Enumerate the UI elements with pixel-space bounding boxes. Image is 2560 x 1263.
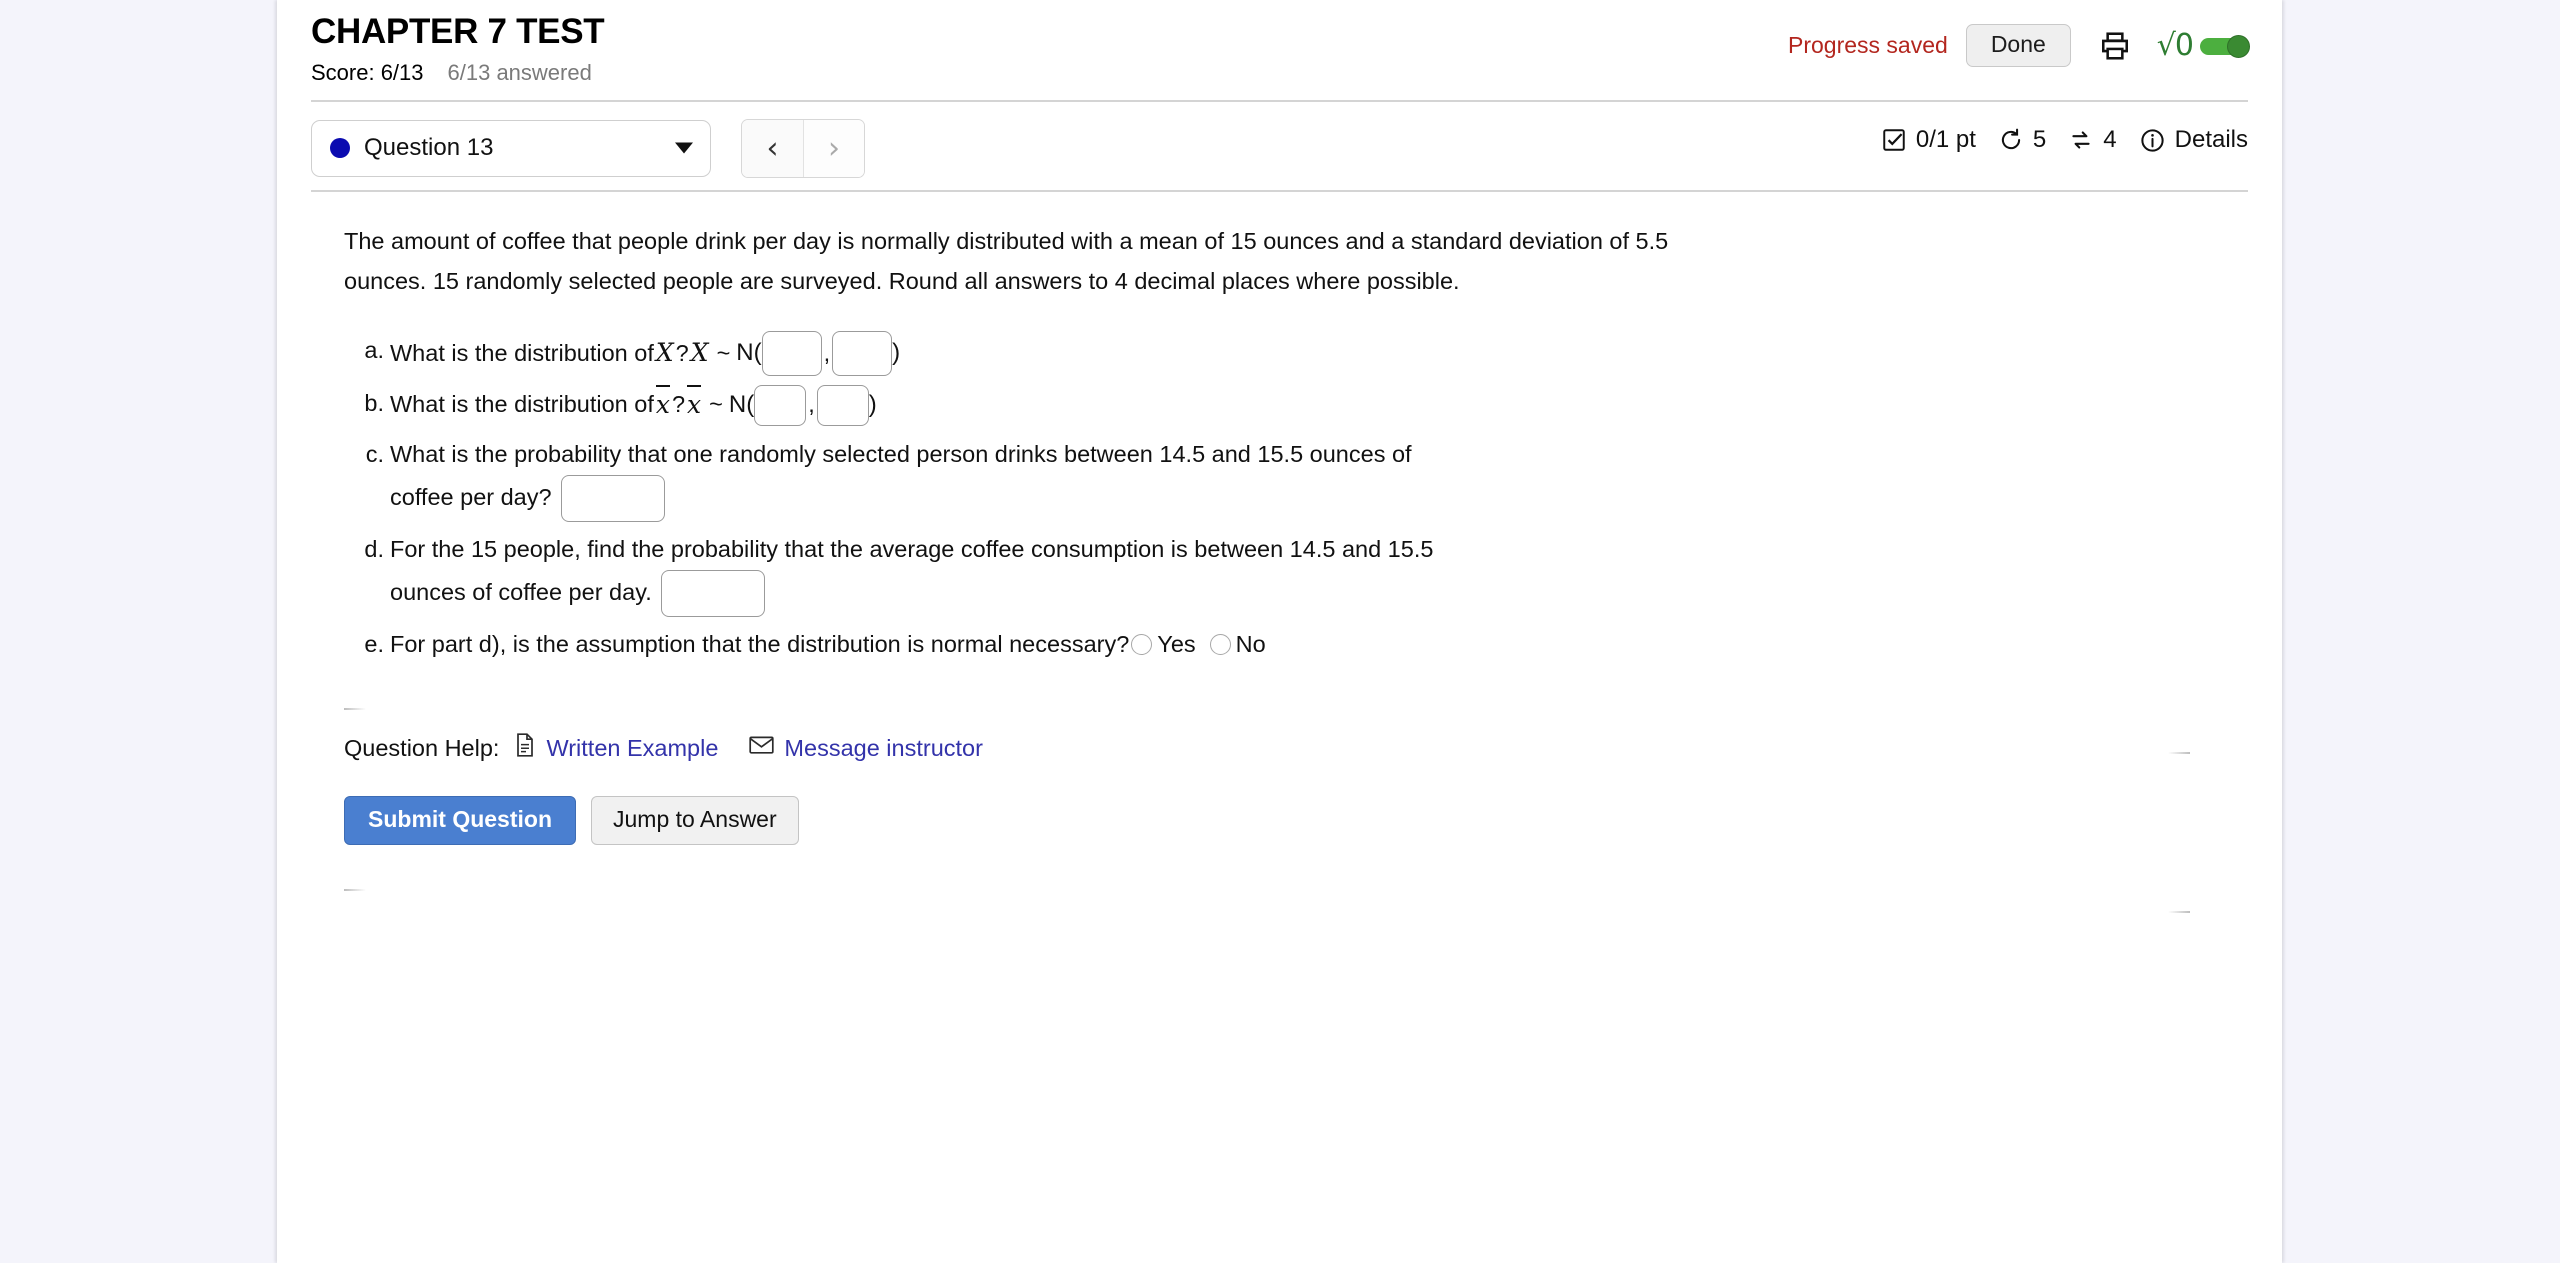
written-example-link[interactable]: Written Example bbox=[513, 732, 718, 764]
radical-icon: √0 bbox=[2156, 27, 2194, 63]
part-b-qmark: ? bbox=[671, 391, 686, 418]
question-selector-label: Question 13 bbox=[364, 134, 494, 162]
toggle-knob bbox=[2227, 34, 2250, 58]
next-question-button[interactable]: › bbox=[803, 119, 864, 177]
page-root: CHAPTER 7 TEST Score: 6/13 6/13 answered… bbox=[0, 0, 2560, 1263]
progress-saved-status: Progress saved bbox=[1788, 32, 1948, 58]
part-a-dist-close: ) bbox=[892, 339, 901, 367]
part-a-text: What is the distribution of bbox=[390, 339, 654, 366]
written-example-label: Written Example bbox=[546, 734, 719, 761]
question-prompt: The amount of coffee that people drink p… bbox=[344, 228, 1669, 294]
previous-question-button[interactable]: ‹ bbox=[742, 119, 803, 177]
help-divider-right bbox=[2168, 752, 2190, 755]
part-e-label-yes: Yes bbox=[1157, 630, 1196, 657]
question-action-buttons: Submit Question Jump to Answer bbox=[344, 796, 2248, 846]
part-d-text-line1: For the 15 people, find the probability … bbox=[390, 535, 1434, 562]
question-status-dot bbox=[330, 138, 350, 159]
assignment-panel: CHAPTER 7 TEST Score: 6/13 6/13 answered… bbox=[277, 0, 2282, 1263]
message-instructor-link[interactable]: Message instructor bbox=[748, 733, 983, 763]
part-b-variable-2: x bbox=[685, 384, 703, 427]
calculator-switch[interactable] bbox=[2200, 34, 2250, 58]
message-instructor-label: Message instructor bbox=[784, 734, 983, 761]
part-a-tilde: ~ bbox=[716, 339, 731, 366]
question-part-d: For the 15 people, find the probability … bbox=[352, 530, 2248, 617]
question-part-b: What is the distribution of x ? x ~ N( ,… bbox=[352, 384, 2248, 427]
part-d-answer-row: ounces of coffee per day. bbox=[390, 569, 765, 617]
part-c-text-line1: What is the probability that one randoml… bbox=[390, 440, 1412, 467]
assignment-header: CHAPTER 7 TEST Score: 6/13 6/13 answered… bbox=[277, 0, 2282, 86]
part-b-comma: , bbox=[808, 391, 815, 418]
printer-icon[interactable] bbox=[2099, 30, 2131, 62]
question-body: The amount of coffee that people drink p… bbox=[277, 192, 2282, 914]
part-a-sd-input[interactable] bbox=[832, 331, 893, 377]
submit-question-button[interactable]: Submit Question bbox=[344, 796, 576, 846]
question-parts-list: What is the distribution of X ? X ~ N( ,… bbox=[311, 331, 2248, 664]
header-actions: Progress saved Done √0 bbox=[1788, 24, 2250, 67]
footer-divider-left bbox=[344, 889, 366, 892]
part-a-dist-open: N( bbox=[736, 339, 762, 367]
attempts-value: 5 bbox=[2032, 126, 2047, 154]
part-b-tilde: ~ bbox=[709, 391, 723, 418]
question-nav-row: Question 13 ‹ › 0/1 pt 5 4 Details bbox=[277, 102, 2282, 178]
question-pager: ‹ › bbox=[741, 118, 865, 178]
part-b-dist-open: N( bbox=[728, 390, 755, 418]
info-icon[interactable] bbox=[2139, 127, 2166, 154]
part-b-dist-close: ) bbox=[868, 390, 877, 418]
question-help-row: Question Help: Written Example Message i… bbox=[344, 732, 2248, 764]
help-divider-left bbox=[344, 708, 366, 711]
part-e-label-no: No bbox=[1235, 630, 1266, 657]
part-c-text-line2: coffee per day? bbox=[390, 484, 552, 511]
part-e-radio-yes[interactable] bbox=[1131, 633, 1153, 655]
part-c-probability-input[interactable] bbox=[560, 474, 665, 522]
question-part-c: What is the probability that one randoml… bbox=[352, 435, 2248, 522]
attempts-icon bbox=[1998, 127, 2024, 153]
envelope-icon bbox=[748, 733, 775, 763]
score-value: Score: 6/13 bbox=[311, 60, 424, 86]
chevron-down-icon bbox=[675, 142, 693, 154]
answered-count: 6/13 answered bbox=[447, 60, 592, 86]
calculator-toggle[interactable]: √0 bbox=[2156, 27, 2250, 63]
question-selector-dropdown[interactable]: Question 13 bbox=[311, 119, 711, 177]
question-part-e: For part d), is the assumption that the … bbox=[352, 625, 2248, 665]
part-d-text-line2: ounces of coffee per day. bbox=[390, 579, 652, 606]
part-b-sd-input[interactable] bbox=[816, 384, 869, 426]
part-b-mean-input[interactable] bbox=[754, 384, 807, 426]
question-status-bar: 0/1 pt 5 4 Details bbox=[1881, 126, 2248, 154]
part-a-variable-1: X bbox=[655, 338, 674, 368]
checkbox-icon bbox=[1881, 127, 1907, 153]
question-part-a: What is the distribution of X ? X ~ N( ,… bbox=[352, 331, 2248, 377]
jump-to-answer-button[interactable]: Jump to Answer bbox=[591, 796, 799, 846]
document-icon bbox=[513, 732, 537, 764]
part-a-mean-input[interactable] bbox=[761, 331, 822, 377]
part-d-probability-input[interactable] bbox=[660, 569, 765, 617]
part-e-text: For part d), is the assumption that the … bbox=[390, 630, 1130, 657]
done-button[interactable]: Done bbox=[1965, 24, 2071, 67]
footer-divider-right bbox=[2168, 911, 2190, 914]
part-a-comma: , bbox=[823, 339, 831, 366]
question-help-label: Question Help: bbox=[344, 734, 500, 761]
question-footer: Question Help: Written Example Message i… bbox=[311, 708, 2248, 914]
part-e-radio-no[interactable] bbox=[1209, 633, 1231, 655]
points-value: 0/1 pt bbox=[1915, 126, 1976, 154]
part-a-qmark: ? bbox=[675, 339, 689, 366]
part-a-variable-2: X bbox=[690, 338, 709, 368]
part-b-variable-1: x bbox=[654, 384, 672, 427]
part-c-answer-row: coffee per day? bbox=[390, 474, 665, 522]
part-b-text: What is the distribution of bbox=[390, 391, 654, 418]
versions-icon bbox=[2068, 127, 2094, 153]
versions-value: 4 bbox=[2103, 126, 2117, 154]
details-link[interactable]: Details bbox=[2175, 126, 2248, 154]
